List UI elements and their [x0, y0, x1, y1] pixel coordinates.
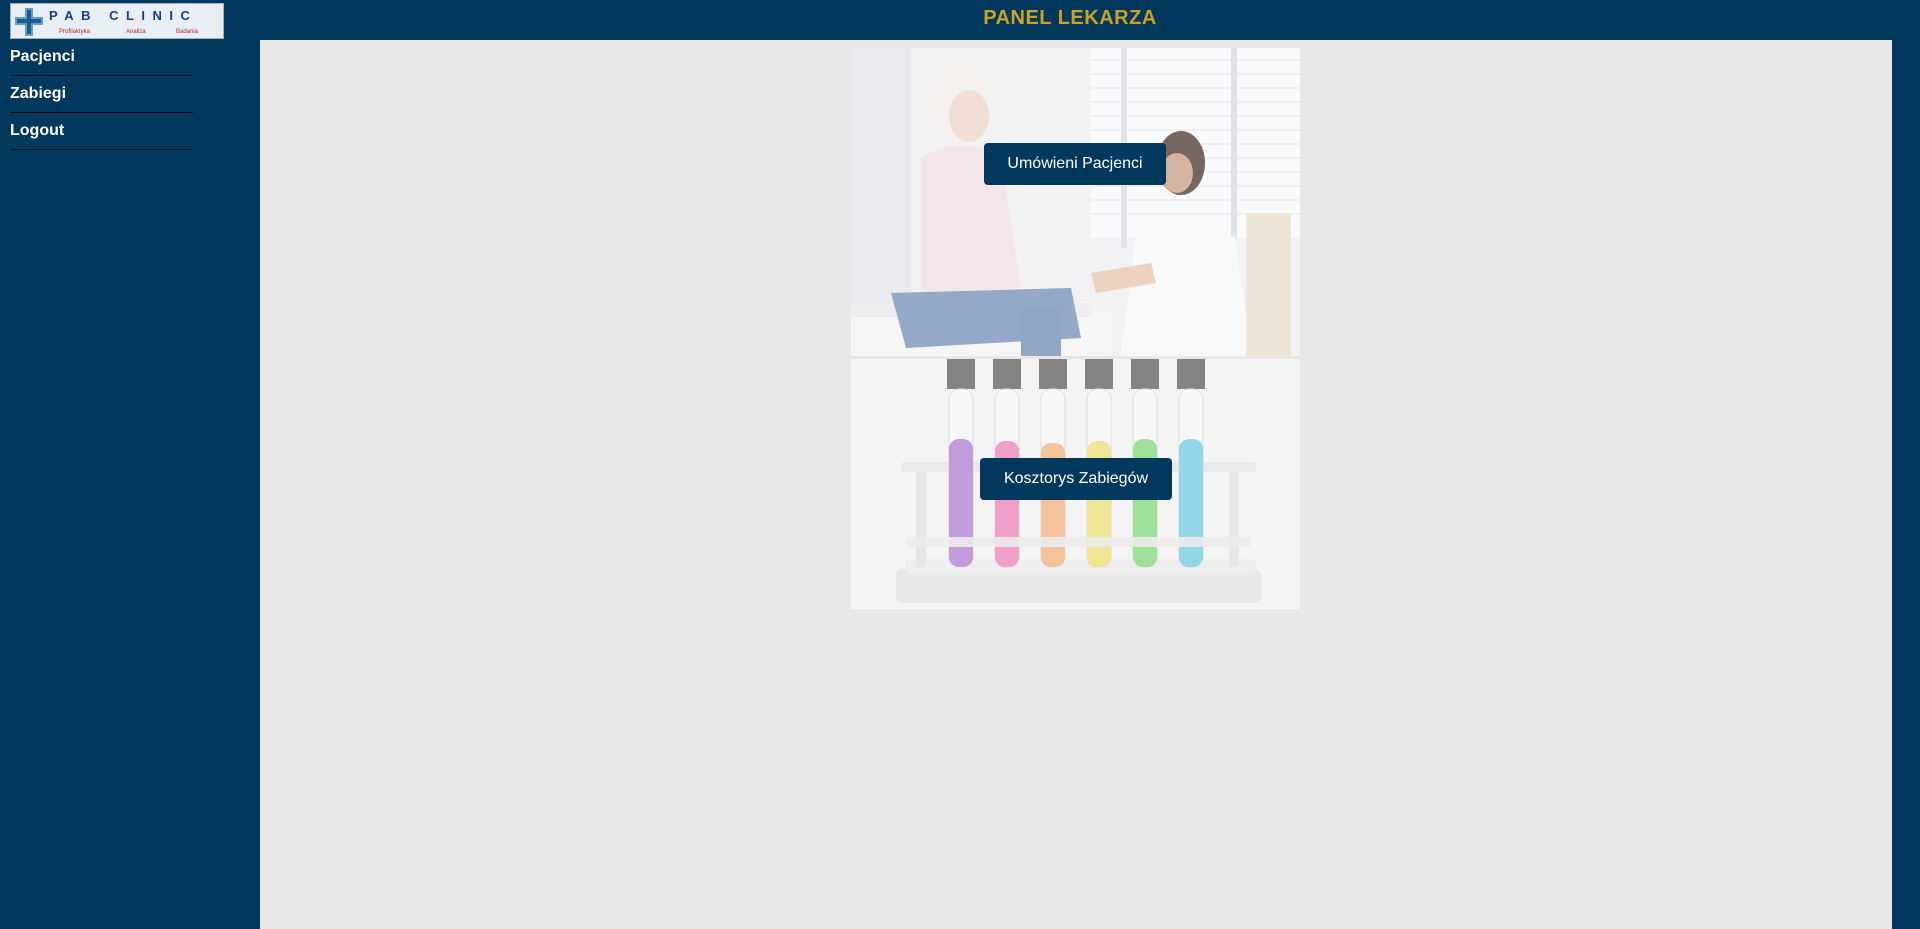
tile-procedure-costs[interactable]: Kosztorys Zabiegów — [851, 359, 1300, 609]
appointments-button[interactable]: Umówieni Pacjenci — [984, 143, 1166, 185]
sidebar-item-pacjenci[interactable]: Pacjenci — [10, 40, 193, 76]
page: PAB CLINIC Profilaktyka Analiza Badania … — [0, 0, 1920, 929]
doctor-patient-consultation-photo — [851, 48, 1300, 356]
logo-tagline-2: Analiza — [126, 29, 146, 35]
medical-cross-icon — [15, 8, 43, 36]
tile-appointments[interactable]: Umówieni Pacjenci — [851, 48, 1300, 356]
logo-tagline-1: Profilaktyka — [59, 29, 91, 35]
main-content: Umówieni Pacjenci Kosztorys Zabiegów — [260, 40, 1892, 929]
page-title: PANEL LEKARZA — [983, 7, 1157, 29]
sidebar-item-logout[interactable]: Logout — [10, 114, 193, 150]
sidebar-item-zabiegi[interactable]: Zabiegi — [10, 77, 193, 113]
procedure-costs-button[interactable]: Kosztorys Zabiegów — [980, 458, 1172, 500]
logo-brand-text: PAB CLINIC — [49, 8, 197, 23]
logo-tagline-3: Badania — [176, 29, 199, 35]
sidebar: Pacjenci Zabiegi Logout — [0, 40, 200, 151]
clinic-logo[interactable]: PAB CLINIC Profilaktyka Analiza Badania — [10, 3, 224, 39]
logo-graphic: PAB CLINIC Profilaktyka Analiza Badania — [15, 8, 199, 36]
